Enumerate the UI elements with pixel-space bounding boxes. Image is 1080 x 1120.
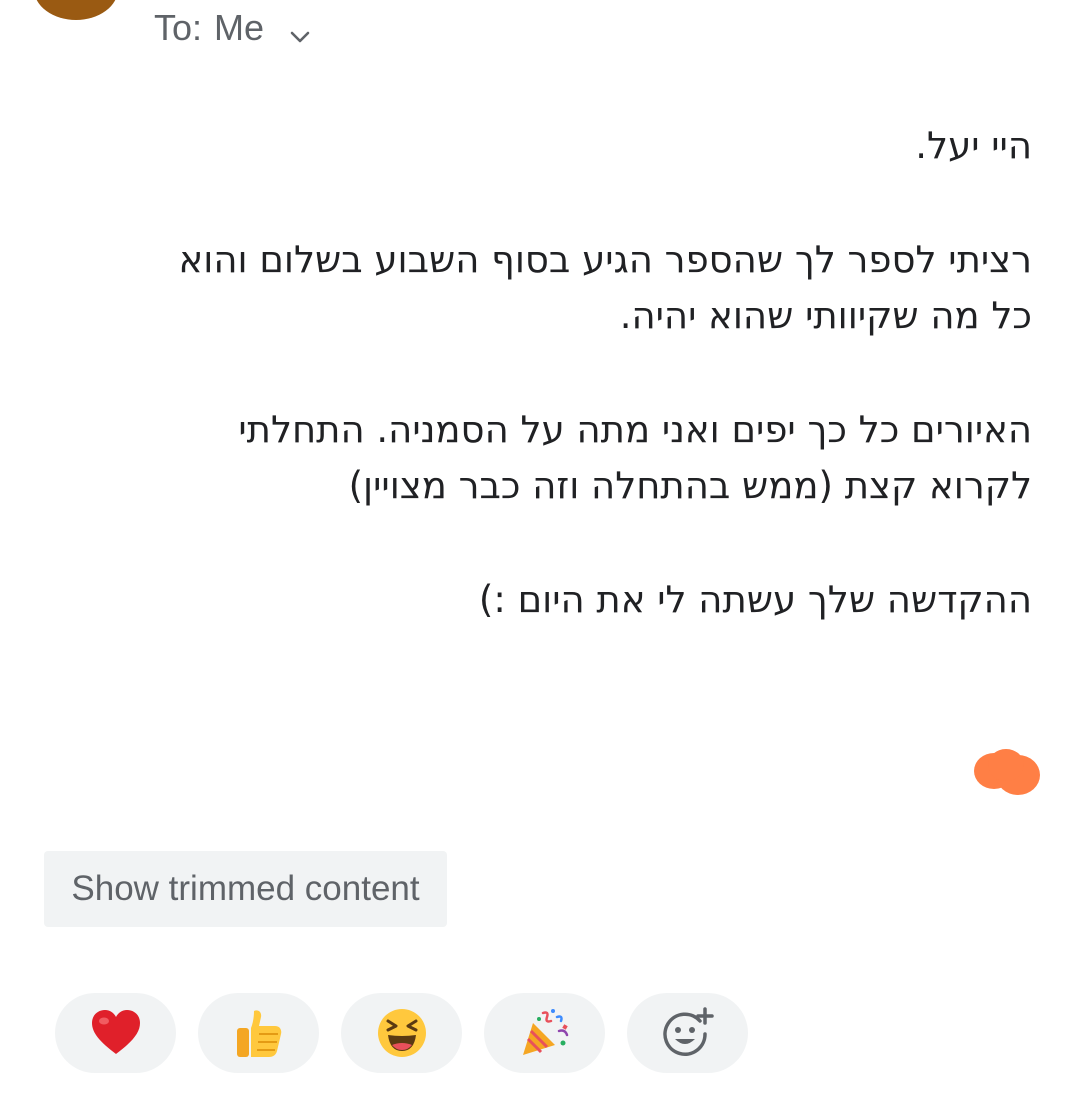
reaction-laughing-button[interactable]	[341, 993, 462, 1073]
recipient-name: Me	[214, 7, 265, 48]
redacted-signature	[972, 745, 1042, 799]
add-reaction-button[interactable]	[627, 993, 748, 1073]
sender-avatar[interactable]	[34, 0, 118, 20]
greeting-paragraph: היי יעל.	[42, 118, 1032, 174]
chevron-down-icon[interactable]	[288, 16, 312, 43]
show-trimmed-content-button[interactable]: Show trimmed content	[44, 851, 447, 927]
recipient-row[interactable]: To: Me	[154, 6, 312, 50]
email-message-view: To: Me היי יעל. רציתי לספר לך שהספר הגיע…	[0, 0, 1080, 1120]
body-line: רציתי לספר לך שהספר הגיע בסוף השבוע בשלו…	[178, 238, 1032, 281]
to-label: To:	[154, 7, 203, 48]
reaction-bar	[55, 993, 748, 1073]
body-paragraph: האיורים כל כך יפים ואני מתה על הסמניה. ה…	[42, 402, 1032, 514]
thumbs-up-icon	[234, 1007, 284, 1059]
add-reaction-icon	[661, 1007, 715, 1059]
body-line: כל מה שקיוותי שהוא יהיה.	[619, 294, 1032, 337]
body-paragraph: רציתי לספר לך שהספר הגיע בסוף השבוע בשלו…	[42, 232, 1032, 344]
reaction-heart-button[interactable]	[55, 993, 176, 1073]
reaction-thumbs-up-button[interactable]	[198, 993, 319, 1073]
body-line: היי יעל.	[915, 124, 1032, 167]
laughing-face-icon	[376, 1007, 428, 1059]
body-line: האיורים כל כך יפים ואני מתה על הסמניה. ה…	[238, 408, 1032, 451]
body-line: לקרוא קצת (ממש בהתחלה וזה כבר מצויין)	[348, 464, 1032, 507]
reaction-party-button[interactable]	[484, 993, 605, 1073]
body-paragraph: ההקדשה שלך עשתה לי את היום :)	[42, 572, 1032, 628]
party-popper-icon	[519, 1007, 571, 1059]
body-line: ההקדשה שלך עשתה לי את היום :)	[478, 578, 1032, 621]
message-body: היי יעל. רציתי לספר לך שהספר הגיע בסוף ה…	[42, 118, 1032, 628]
heart-icon	[90, 1009, 142, 1057]
